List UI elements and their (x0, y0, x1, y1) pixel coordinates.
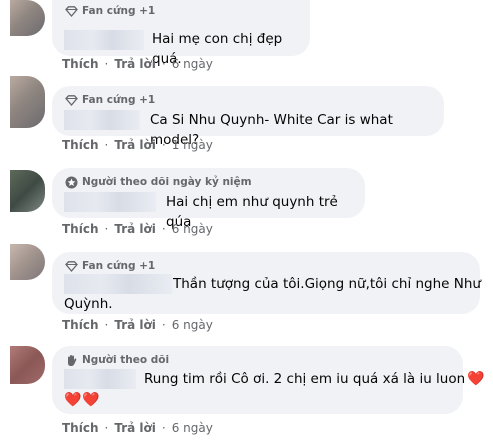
badge-label: Fan cứng +1 (82, 5, 156, 17)
diamond-icon (64, 259, 78, 273)
comment-bubble: Fan cứng +1 Hai mẹ con chị đẹp quá. (52, 0, 310, 67)
comment-text: Rung tim rồi Cô ơi. 2 chị em iu quá xá l… (144, 371, 466, 387)
badge-row: Fan cứng +1 (64, 92, 432, 108)
comment-body: Thần tượng của tôi.Giọng nữ,tôi chỉ nghe… (64, 274, 481, 294)
separator: · (104, 222, 109, 236)
author-name[interactable] (64, 110, 140, 130)
comment-actions: Thích · Trả lời · 1 ngày (62, 138, 213, 152)
waving-hand-icon (64, 353, 78, 367)
author-name[interactable] (64, 369, 136, 389)
comment-bubble: Fan cứng +1 Thần tượng của tôi.Giọng nữ,… (52, 252, 481, 314)
like-button[interactable]: Thích (62, 318, 99, 332)
comment-bubble: Người theo dõi ngày kỷ niệm Hai chị em n… (52, 168, 365, 230)
badge-row: Fan cứng +1 (64, 3, 298, 19)
separator: · (161, 57, 166, 71)
timestamp[interactable]: 6 ngày (172, 57, 213, 71)
badge-label: Fan cứng +1 (82, 94, 156, 106)
calendar-badge-icon (64, 175, 78, 189)
badge-label: Người theo dõi ngày kỷ niệm (82, 176, 252, 188)
author-name[interactable] (64, 192, 156, 212)
separator: · (161, 222, 166, 236)
badge-row: Fan cứng +1 (64, 258, 468, 274)
timestamp[interactable]: 6 ngày (172, 318, 213, 332)
author-name[interactable] (64, 274, 172, 294)
badge-label: Người theo dõi (82, 354, 170, 366)
avatar[interactable] (10, 170, 45, 212)
separator: · (161, 421, 166, 435)
avatar[interactable] (10, 76, 45, 128)
author-name[interactable] (64, 30, 144, 50)
separator: · (104, 421, 109, 435)
avatar[interactable] (10, 244, 45, 280)
comment-text: Thần tượng của tôi.Giọng nữ,tôi chỉ nghe… (173, 276, 481, 292)
avatar[interactable] (10, 346, 45, 384)
like-button[interactable]: Thích (62, 421, 99, 435)
like-button[interactable]: Thích (62, 138, 99, 152)
reply-button[interactable]: Trả lời (114, 222, 156, 236)
reply-button[interactable]: Trả lời (114, 421, 156, 435)
reply-button[interactable]: Trả lời (114, 138, 156, 152)
comment-actions: Thích · Trả lời · 6 ngày (62, 222, 213, 236)
heart-emoji: ❤️ (467, 371, 485, 387)
separator: · (161, 138, 166, 152)
comment-body: Rung tim rồi Cô ơi. 2 chị em iu quá xá l… (64, 369, 485, 389)
comment-actions: Thích · Trả lời · 6 ngày (62, 421, 213, 435)
diamond-icon (64, 4, 78, 18)
timestamp[interactable]: 1 ngày (172, 138, 213, 152)
reply-button[interactable]: Trả lời (114, 57, 156, 71)
separator: · (104, 57, 109, 71)
avatar[interactable] (10, 0, 45, 36)
separator: · (161, 318, 166, 332)
comment-actions: Thích · Trả lời · 6 ngày (62, 57, 213, 71)
comment-bubble: Fan cứng +1 Ca Si Nhu Quynh- White Car i… (52, 86, 444, 148)
comment-text-continued: Quỳnh. (64, 296, 113, 312)
timestamp[interactable]: 6 ngày (172, 421, 213, 435)
timestamp[interactable]: 6 ngày (172, 222, 213, 236)
like-button[interactable]: Thích (62, 222, 99, 236)
badge-row: Người theo dõi ngày kỷ niệm (64, 174, 353, 190)
badge-label: Fan cứng +1 (82, 260, 156, 272)
comment-actions: Thích · Trả lời · 6 ngày (62, 318, 213, 332)
like-button[interactable]: Thích (62, 57, 99, 71)
heart-emoji: ❤️❤️ (64, 392, 101, 408)
separator: · (104, 138, 109, 152)
separator: · (104, 318, 109, 332)
comment-bubble: Người theo dõi Rung tim rồi Cô ơi. 2 chị… (52, 346, 485, 414)
badge-row: Người theo dõi (64, 352, 451, 368)
reply-button[interactable]: Trả lời (114, 318, 156, 332)
diamond-icon (64, 93, 78, 107)
